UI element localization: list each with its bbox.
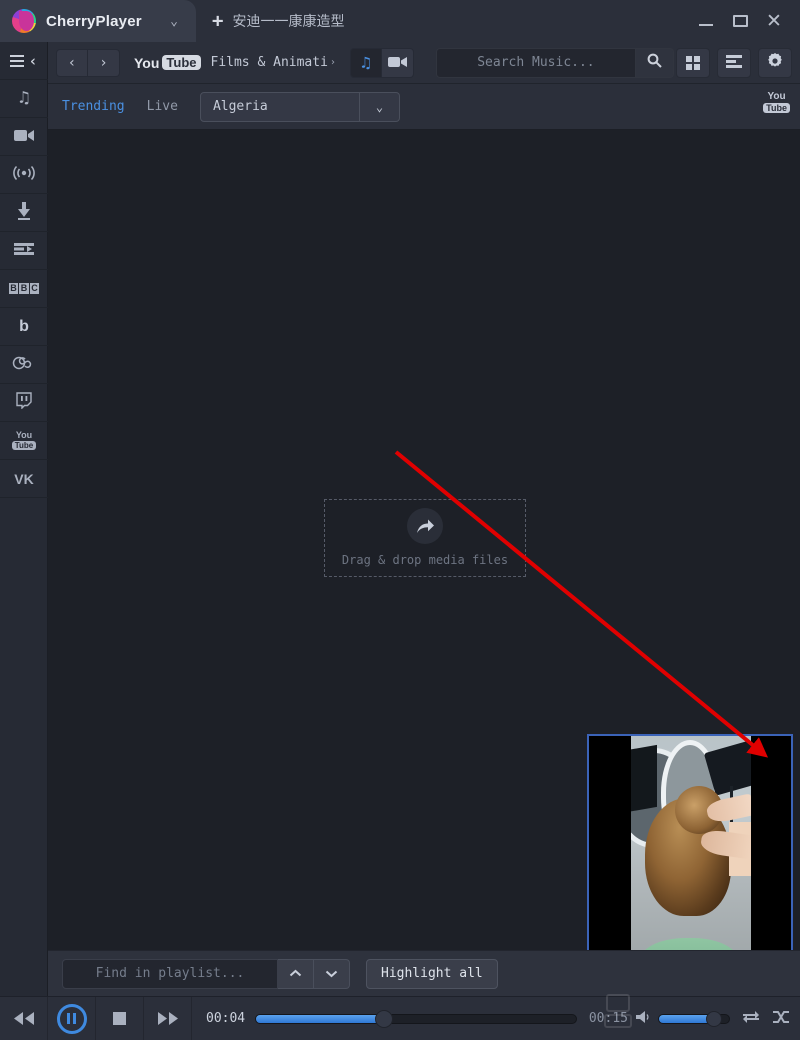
dark-panel-shape [631,744,657,814]
download-icon [16,201,32,224]
sidebar-item-playlist[interactable] [0,232,48,270]
back-button[interactable]: ‹ [56,48,88,77]
playlist-find-bar: Find in playlist... Highlight all [48,950,800,996]
view-buttons-group [676,47,792,78]
highlight-all-button[interactable]: Highlight all [366,958,498,989]
sidebar-item-vk[interactable]: VK [0,460,48,498]
media-tab[interactable]: + 安迪一一康康造型 [196,0,358,42]
sidebar-item-downloads[interactable] [0,194,48,232]
sidebar-item-bandcamp[interactable]: b [0,308,48,346]
sub-toolbar: Trending Live Algeria ⌄ You Tube [48,84,800,130]
search-input[interactable]: Search Music... [435,47,636,78]
find-previous-button[interactable] [278,958,314,989]
broadcast-icon [13,165,35,185]
window-controls: ✕ [690,0,800,42]
maximize-button[interactable] [724,0,756,42]
youtube-corner-logo: You Tube [763,92,790,113]
volume-slider[interactable] [658,1010,730,1027]
playlist-view-button[interactable] [717,47,751,78]
sidebar-item-bbc[interactable]: BBC [0,270,48,308]
chevron-right-icon: › [329,57,336,68]
youtube-you-text: You [134,54,160,71]
cherryplayer-window: CherryPlayer ⌄ + 安迪一一康康造型 ✕ ‹ ♫ B B C b … [0,0,800,1040]
shuffle-button[interactable] [772,1009,790,1028]
stop-button[interactable] [96,996,144,1040]
current-time-label: 00:04 [206,1011,246,1026]
sidebar-item-radio[interactable] [0,156,48,194]
youtube-service-logo: You Tube [134,55,201,71]
seek-slider[interactable] [255,1009,577,1028]
search-group: Search Music... [435,47,674,78]
left-sidebar: ‹ ♫ BB C b You Tube VK [0,42,48,996]
youtube-you-text: You [767,91,786,102]
playlist-icon [14,241,34,260]
stop-icon [113,1012,126,1025]
vk-icon: VK [14,470,34,487]
minimize-button[interactable] [690,0,722,42]
search-button[interactable] [635,47,674,78]
bbc-icon: BBC [8,283,40,294]
music-note-icon: ♫ [361,53,371,72]
drag-drop-label: Drag & drop media files [341,552,509,567]
grid-view-icon [686,55,700,70]
app-tab[interactable]: CherryPlayer ⌄ [0,0,196,42]
drag-drop-zone[interactable]: Drag & drop media files [324,499,526,577]
playlist-view-icon [726,55,742,70]
grid-view-button[interactable] [676,47,710,78]
hamburger-icon[interactable] [10,54,25,67]
media-mode-group: ♫ [349,47,414,78]
find-in-playlist-input[interactable]: Find in playlist... [62,958,278,989]
close-button[interactable]: ✕ [758,0,790,42]
title-bar: CherryPlayer ⌄ + 安迪一一康康造型 ✕ [0,0,800,42]
sidebar-item-twitch[interactable] [0,384,48,422]
repeat-button[interactable] [742,1009,760,1028]
pause-icon [56,1003,87,1034]
sidebar-item-lastfm[interactable] [0,346,48,384]
video-camera-icon [387,54,407,72]
app-logo-icon [12,9,36,33]
sidebar-item-music[interactable]: ♫ [0,80,48,118]
forward-button[interactable] [144,996,192,1040]
collapse-icon[interactable]: ‹ [28,52,37,70]
forward-button[interactable]: › [88,48,120,77]
find-next-button[interactable] [314,958,350,989]
page-watermark [574,984,662,1040]
navigation-toolbar: ‹ › You Tube Films & Animati › ♫ Search … [48,42,800,84]
youtube-tube-text: Tube [162,55,201,70]
chevron-down-icon[interactable]: ⌄ [170,14,178,29]
share-arrow-icon [407,507,443,544]
category-label: Films & Animati [210,55,328,70]
history-nav-group: ‹ › [56,48,120,77]
twitch-icon [16,392,32,413]
gear-icon [767,52,783,73]
search-icon [647,53,662,72]
tab-live[interactable]: Live [147,99,178,114]
chevron-down-icon[interactable]: ⌄ [359,91,400,122]
sidebar-item-youtube[interactable]: You Tube [0,422,48,460]
mode-music-button[interactable]: ♫ [349,47,382,78]
pause-button[interactable] [48,996,96,1040]
seek-progress [256,1014,385,1023]
transport-bar: 00:04 00:15 [0,996,800,1040]
settings-button[interactable] [758,47,792,78]
lastfm-icon [12,355,36,374]
sidebar-item-video[interactable] [0,118,48,156]
bandcamp-icon: b [19,317,29,335]
plus-icon[interactable]: + [212,11,223,31]
music-note-icon: ♫ [18,88,30,108]
media-tab-label: 安迪一一康康造型 [232,14,345,30]
rewind-button[interactable] [0,996,48,1040]
video-camera-icon [14,127,34,146]
youtube-icon: You Tube [11,431,37,450]
youtube-tube-text: Tube [763,103,790,113]
app-title: CherryPlayer [46,12,142,30]
sidebar-menu-row[interactable]: ‹ [0,42,48,80]
category-selector[interactable]: Films & Animati › [211,55,336,70]
region-selector[interactable]: Algeria ⌄ [199,91,400,122]
seek-handle[interactable] [375,1009,394,1028]
mode-video-button[interactable] [381,47,414,78]
region-value[interactable]: Algeria [199,91,360,122]
volume-handle[interactable] [705,1010,722,1027]
tab-trending[interactable]: Trending [62,99,125,114]
